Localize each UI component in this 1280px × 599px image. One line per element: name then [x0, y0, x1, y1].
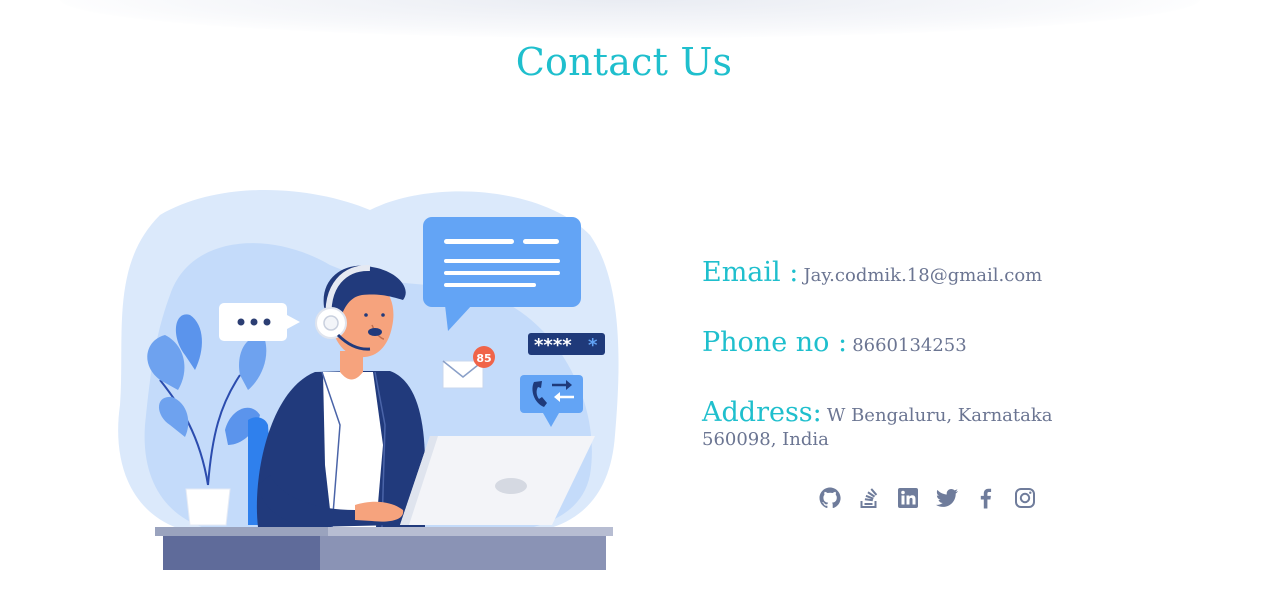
email-row: Email : Jay.codmik.18@gmail.com	[702, 259, 1132, 288]
page-title: Contact Us	[515, 40, 733, 84]
svg-text:85: 85	[476, 352, 491, 365]
instagram-icon[interactable]	[1012, 485, 1037, 510]
password-badge-icon: **** *	[528, 333, 605, 356]
svg-text:*: *	[588, 335, 598, 356]
linkedin-icon[interactable]	[895, 485, 920, 510]
stackoverflow-icon[interactable]	[856, 485, 881, 510]
email-value[interactable]: Jay.codmik.18@gmail.com	[803, 265, 1042, 286]
address-label: Address:	[702, 397, 822, 428]
phone-value[interactable]: 8660134253	[852, 335, 967, 356]
address-row: Address: W Bengaluru, Karnataka 560098, …	[702, 399, 1132, 452]
phone-label: Phone no :	[702, 327, 848, 358]
social-links	[817, 485, 1037, 510]
header-shadow	[60, 0, 1200, 38]
phone-row: Phone no : 8660134253	[702, 329, 1132, 358]
facebook-icon[interactable]	[973, 485, 998, 510]
email-label: Email :	[702, 257, 799, 288]
twitter-icon[interactable]	[934, 485, 959, 510]
support-agent-illustration: **** * 85	[118, 190, 619, 570]
svg-text:****: ****	[534, 335, 572, 356]
github-icon[interactable]	[817, 485, 842, 510]
desk	[155, 527, 613, 570]
